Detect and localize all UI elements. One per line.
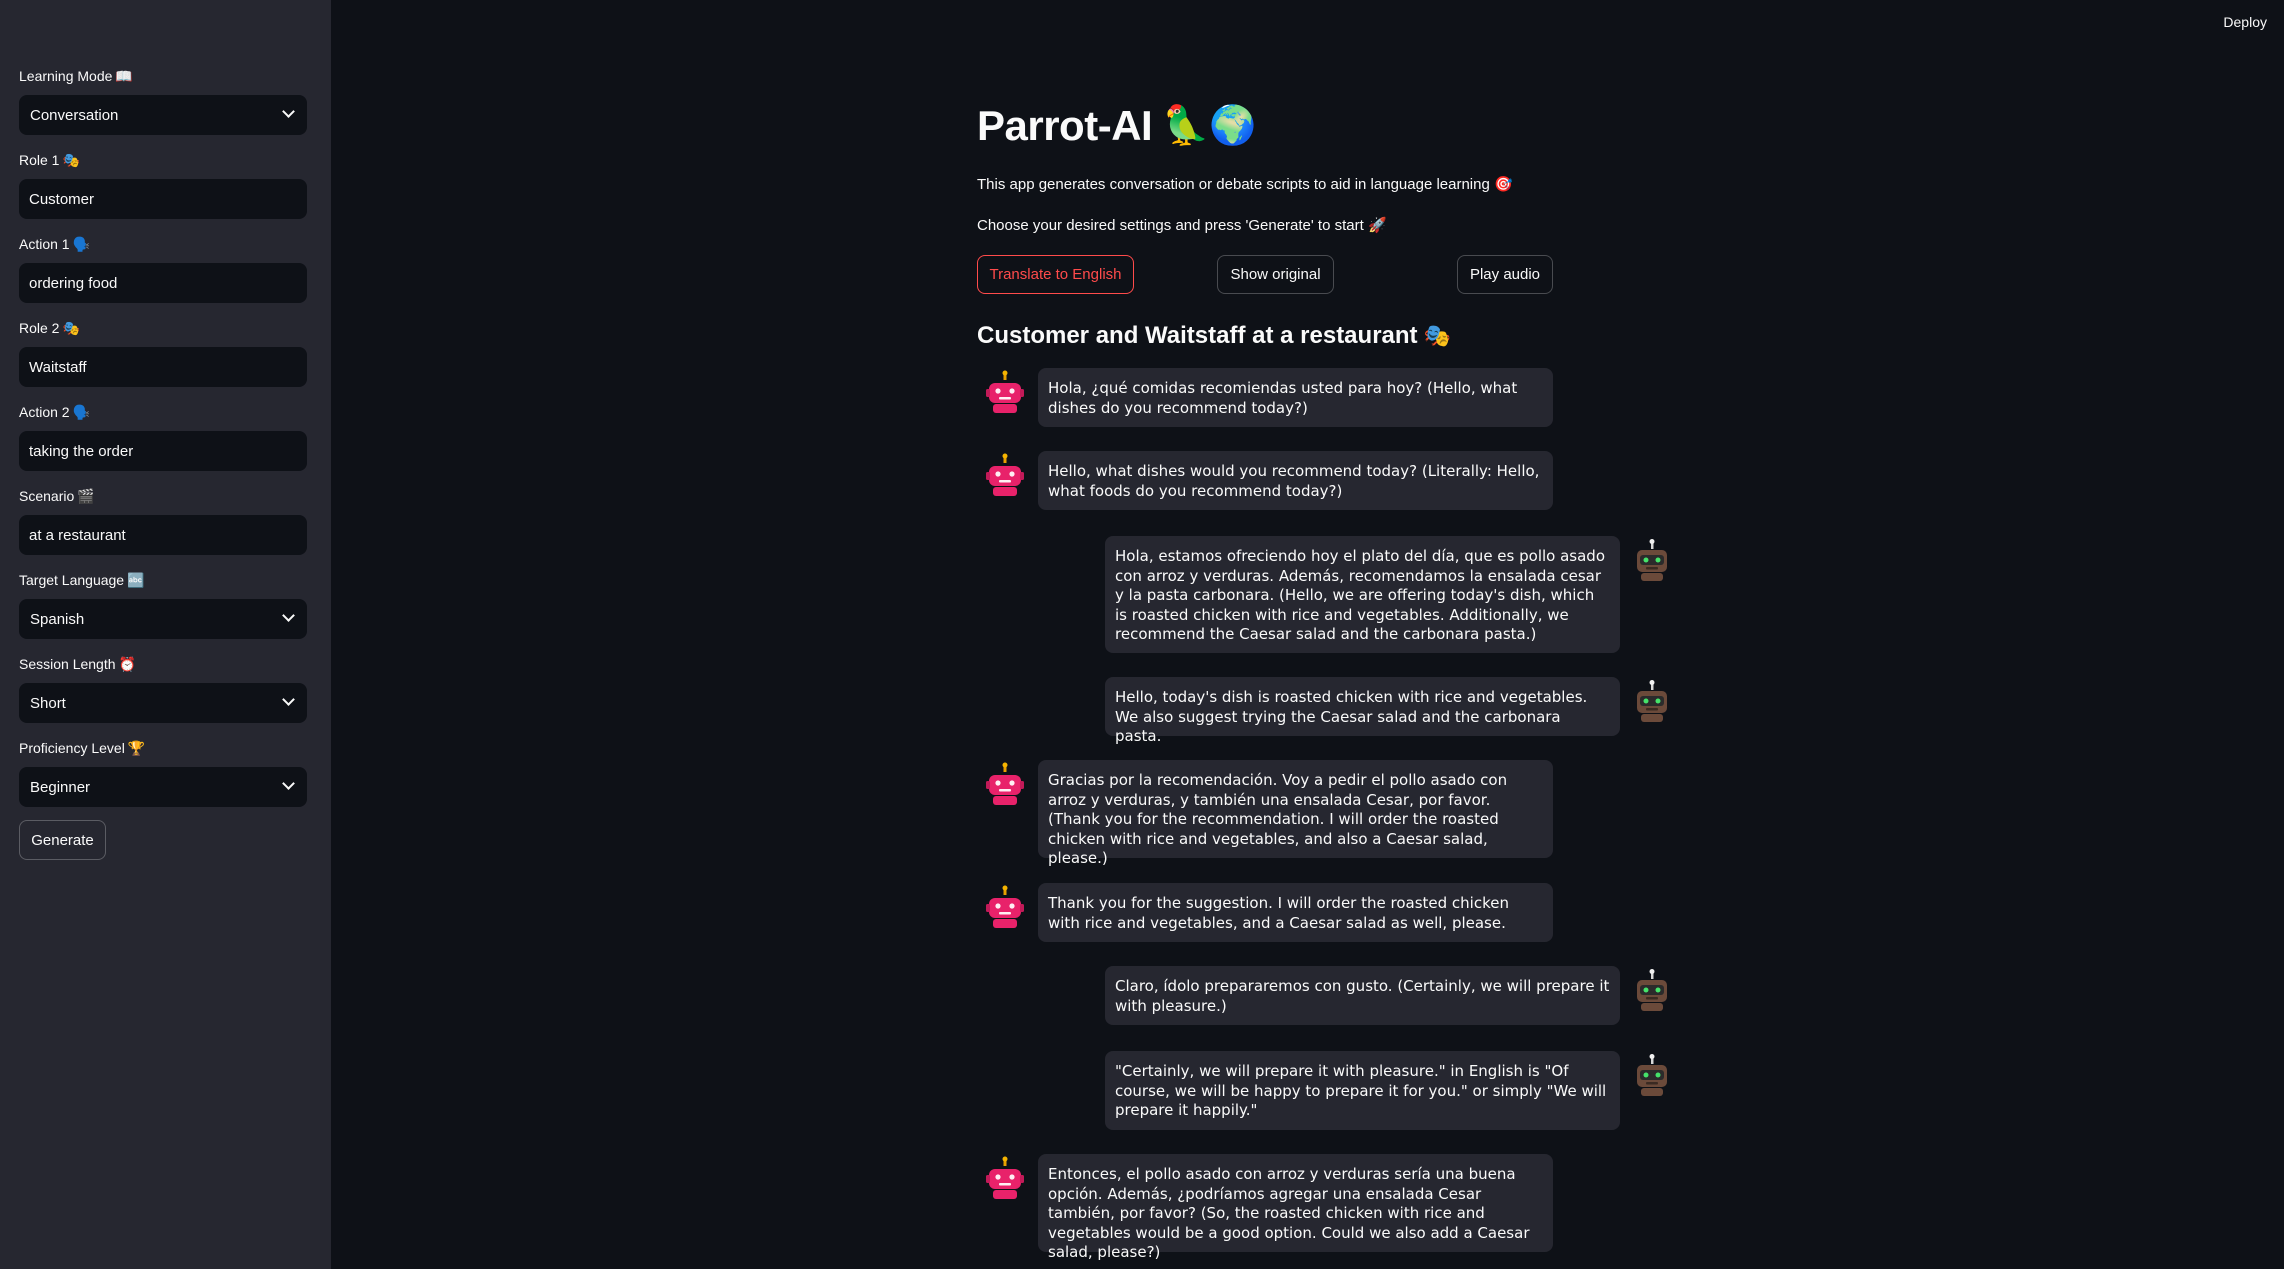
brown-robot-icon [1629, 679, 1675, 725]
role1-field: Role 1 🎭 Customer [19, 149, 307, 219]
sidebar: Learning Mode 📖 Conversation Role 1 🎭 Cust… [0, 0, 331, 1269]
session-length-select[interactable]: Short [19, 683, 307, 723]
pink-robot-icon [982, 370, 1028, 416]
session-length-field: Session Length ⏰ Short [19, 653, 307, 723]
play-audio-button[interactable]: Play audio [1457, 255, 1553, 294]
pink-robot-icon [982, 453, 1028, 499]
action2-field: Action 2 🗣️ taking the order [19, 401, 307, 471]
speaking-head-icon: 🗣️ [72, 404, 91, 420]
chevron-down-icon [282, 693, 295, 706]
role1-value: Customer [29, 190, 95, 208]
abc-input-icon: 🔤 [127, 572, 145, 588]
scenario-label: Scenario [19, 488, 75, 504]
scenario-value: at a restaurant [29, 526, 126, 544]
proficiency-label: Proficiency Level [19, 740, 125, 756]
role2-input[interactable]: Waitstaff [19, 347, 307, 387]
learning-mode-select[interactable]: Conversation [19, 95, 307, 135]
session-length-label: Session Length [19, 656, 116, 672]
scenario-field: Scenario 🎬 at a restaurant [19, 485, 307, 555]
chat-message-customer: Thank you for the suggestion. I will ord… [1038, 883, 1553, 942]
action1-input[interactable]: ordering food [19, 263, 307, 303]
action2-label: Action 2 [19, 404, 70, 420]
target-language-select[interactable]: Spanish [19, 599, 307, 639]
brown-robot-icon [1629, 968, 1675, 1014]
theater-masks-icon: 🎭 [62, 152, 80, 168]
role1-input[interactable]: Customer [19, 179, 307, 219]
chat-message-waitstaff: Hola, estamos ofreciendo hoy el plato de… [1105, 536, 1620, 653]
deploy-button[interactable]: Deploy [2223, 14, 2267, 30]
proficiency-select[interactable]: Beginner [19, 767, 307, 807]
translate-button[interactable]: Translate to English [977, 255, 1134, 294]
role2-field: Role 2 🎭 Waitstaff [19, 317, 307, 387]
chevron-down-icon [282, 777, 295, 790]
chat-message-waitstaff: "Certainly, we will prepare it with plea… [1105, 1051, 1620, 1130]
conversation-subheader: Customer and Waitstaff at a restaurant 🎭 [977, 322, 1451, 350]
show-original-button[interactable]: Show original [1217, 255, 1334, 294]
parrot-globe-icon: 🦜🌍 [1162, 105, 1256, 147]
page-title: Parrot-AI 🦜🌍 [977, 102, 1256, 150]
pink-robot-icon [982, 762, 1028, 808]
alarm-clock-icon: ⏰ [118, 656, 136, 672]
theater-masks-icon: 🎭 [62, 320, 80, 336]
clapper-board-icon: 🎬 [77, 488, 95, 504]
instructions-text: Choose your desired settings and press '… [977, 217, 1387, 234]
pink-robot-icon [982, 885, 1028, 931]
chat-message-waitstaff: Hello, today's dish is roasted chicken w… [1105, 677, 1620, 745]
role1-label: Role 1 [19, 152, 60, 168]
target-language-field: Target Language 🔤 Spanish [19, 569, 307, 639]
chevron-down-icon [282, 609, 295, 622]
proficiency-field: Proficiency Level 🏆 Beginner [19, 737, 307, 807]
intro-text: This app generates conversation or debat… [977, 176, 1513, 193]
generate-button[interactable]: Generate [19, 820, 106, 860]
chat-message-customer: Entonces, el pollo asado con arroz y ver… [1038, 1154, 1553, 1261]
learning-mode-field: Learning Mode 📖 Conversation [19, 65, 307, 135]
target-language-value: Spanish [30, 610, 85, 628]
book-icon: 📖 [115, 68, 133, 84]
chevron-down-icon [282, 105, 295, 118]
trophy-icon: 🏆 [127, 740, 146, 756]
brown-robot-icon [1629, 538, 1675, 584]
learning-mode-value: Conversation [30, 106, 119, 124]
chat-message-customer: Hola, ¿qué comidas recomiendas usted par… [1038, 368, 1553, 427]
action2-value: taking the order [29, 442, 134, 460]
action1-value: ordering food [29, 274, 118, 292]
pink-robot-icon [982, 1156, 1028, 1202]
chat-message-customer: Hello, what dishes would you recommend t… [1038, 451, 1553, 510]
role2-value: Waitstaff [29, 358, 87, 376]
target-language-label: Target Language [19, 572, 125, 588]
action1-label: Action 1 [19, 236, 70, 252]
action1-field: Action 1 🗣️ ordering food [19, 233, 307, 303]
role2-label: Role 2 [19, 320, 60, 336]
scenario-input[interactable]: at a restaurant [19, 515, 307, 555]
proficiency-value: Beginner [30, 778, 91, 796]
session-length-value: Short [30, 694, 66, 712]
brown-robot-icon [1629, 1053, 1675, 1099]
conversation-subheader-text: Customer and Waitstaff at a restaurant [977, 322, 1418, 349]
page-title-text: Parrot-AI [977, 102, 1153, 149]
speaking-head-icon: 🗣️ [72, 236, 91, 252]
learning-mode-label: Learning Mode [19, 68, 113, 84]
action2-input[interactable]: taking the order [19, 431, 307, 471]
chat-message-waitstaff: Claro, ídolo prepararemos con gusto. (Ce… [1105, 966, 1620, 1025]
chat-message-customer: Gracias por la recomendación. Voy a pedi… [1038, 760, 1553, 867]
theater-masks-icon: 🎭 [1423, 323, 1451, 348]
